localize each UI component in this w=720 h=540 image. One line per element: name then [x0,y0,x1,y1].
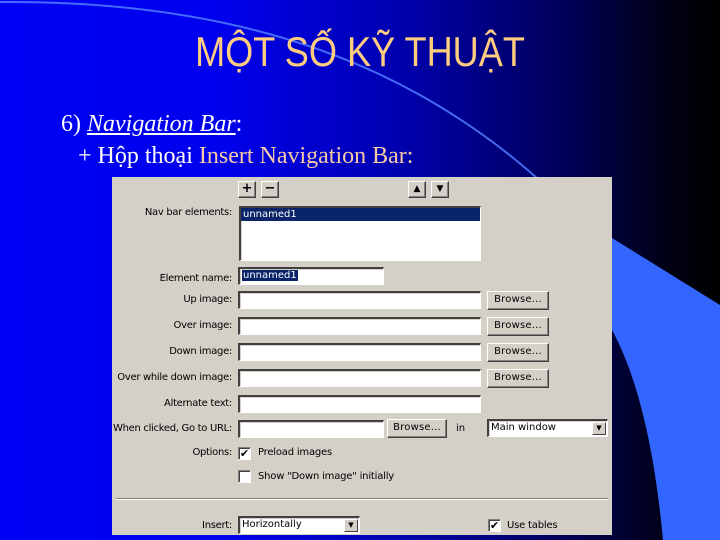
down-image-label: Down image: [169,346,232,357]
down-image-input[interactable] [238,343,481,361]
alternate-text-label: Alternate text: [164,398,232,409]
bullet-sub-prefix: + Hộp thoại [78,143,199,169]
preload-images-checkbox[interactable]: ✔ [238,447,251,460]
insert-label: Insert: [202,520,232,531]
insert-orientation-value: Horizontally [242,519,302,530]
element-name-label: Element name: [159,273,233,284]
up-image-label: Up image: [183,294,232,305]
target-window-select[interactable]: Main window ▼ [487,419,608,437]
options-label: Options: [192,447,232,458]
element-name-input[interactable]: unnamed1 [238,267,384,285]
arrow-down-icon: ▼ [436,184,444,194]
show-down-image-label: Show "Down image" initially [258,471,394,482]
go-to-url-browse-button[interactable]: Browse... [387,419,447,438]
remove-element-button[interactable]: − [261,181,279,198]
use-tables-checkbox[interactable]: ✔ [488,519,501,532]
bullet-navigation-bar: 6) Navigation Bar: [61,111,242,138]
target-window-value: Main window [491,422,556,433]
show-down-image-checkbox[interactable] [238,470,251,483]
element-name-value: unnamed1 [242,270,298,281]
insert-navigation-bar-dialog: + − ▲ ▼ Nav bar elements: unnamed1 Eleme… [112,177,612,535]
minus-icon: − [264,181,276,196]
in-label: in [456,423,466,434]
slide-title: MỘT SỐ KỸ THUẬT [195,28,525,75]
over-while-down-image-label: Over while down image: [117,372,232,383]
over-while-down-image-browse-button[interactable]: Browse... [487,369,549,388]
alternate-text-input[interactable] [238,395,481,413]
move-up-button[interactable]: ▲ [408,181,426,198]
separator [116,498,608,500]
background-wedge [612,238,720,540]
add-element-button[interactable]: + [238,181,256,198]
nav-bar-elements-label: Nav bar elements: [144,207,232,218]
insert-orientation-select[interactable]: Horizontally ▼ [238,516,360,534]
nav-bar-elements-list[interactable]: unnamed1 [239,206,481,261]
up-image-input[interactable] [238,291,481,309]
preload-images-label: Preload images [258,447,333,458]
go-to-url-input[interactable] [238,420,384,438]
check-icon: ✔ [489,519,500,532]
bullet-colon: : [235,111,243,137]
plus-icon: + [241,181,253,196]
chevron-down-icon[interactable]: ▼ [592,422,606,435]
bullet-sub-highlight: Insert Navigation Bar: [198,143,414,169]
chevron-down-icon[interactable]: ▼ [344,519,358,532]
down-image-browse-button[interactable]: Browse... [487,343,549,362]
bullet-dialog-intro: + Hộp thoại Insert Navigation Bar: [78,143,413,170]
bullet-term: Navigation Bar [87,111,236,137]
arrow-up-icon: ▲ [413,184,421,194]
check-icon: ✔ [239,447,250,460]
move-down-button[interactable]: ▼ [431,181,449,198]
up-image-browse-button[interactable]: Browse... [487,291,549,310]
over-image-input[interactable] [238,317,481,335]
bullet-number: 6) [61,111,87,137]
over-image-browse-button[interactable]: Browse... [487,317,549,336]
use-tables-label: Use tables [507,520,558,531]
over-while-down-image-input[interactable] [238,369,481,387]
over-image-label: Over image: [173,320,233,331]
go-to-url-label: When clicked, Go to URL: [112,423,232,434]
list-item[interactable]: unnamed1 [241,208,480,221]
